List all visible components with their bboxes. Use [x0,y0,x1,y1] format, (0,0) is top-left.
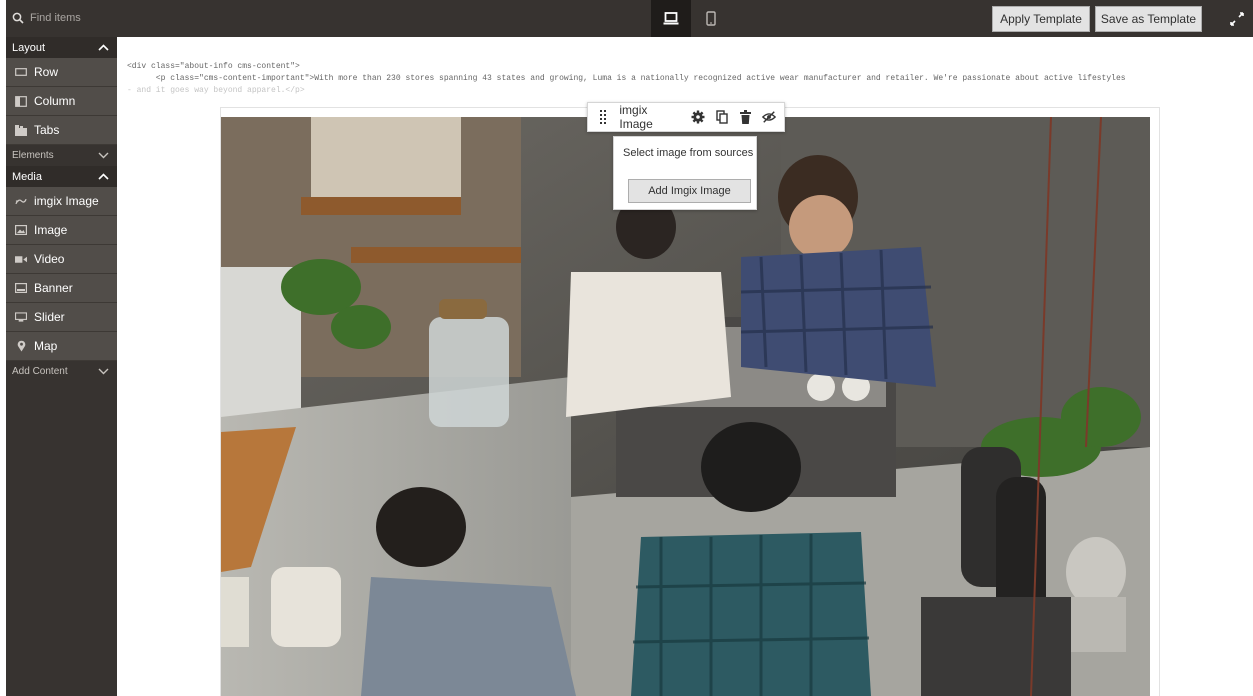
code-line: - and it goes way beyond apparel.</p> [127,86,305,95]
panel-item-label: Slider [34,310,65,324]
save-template-button[interactable]: Save as Template [1095,6,1202,32]
desktop-view-button[interactable] [651,0,691,37]
search-input[interactable]: Find items [30,12,81,24]
panel-item-label: imgix Image [34,194,99,208]
panel-item-slider[interactable]: Slider [6,303,117,332]
column-icon [15,95,27,107]
imgix-icon [15,198,27,204]
code-line: <p class="cms-content-important">With mo… [127,74,1126,83]
phone-icon [706,11,716,26]
section-media-label: Media [12,170,42,183]
laptop-icon [663,11,679,24]
fullscreen-icon[interactable] [1228,10,1246,28]
panel-item-column[interactable]: Column [6,87,117,116]
section-layout-header[interactable]: Layout [6,37,117,58]
panel-item-label: Row [34,65,59,79]
popover-title: Select image from sources [623,147,754,159]
search-box[interactable]: Find items [12,6,81,30]
html-code-block: <div class="about-info cms-content"> <p … [127,61,1247,97]
toolbar-title: imgix Image [619,103,653,131]
slider-icon [15,312,27,322]
apply-template-button[interactable]: Apply Template [992,6,1090,32]
panel-item-image[interactable]: Image [6,216,117,245]
section-media-header[interactable]: Media [6,166,117,187]
search-icon [12,12,24,24]
panel-item-video[interactable]: Video [6,245,117,274]
trash-icon[interactable] [739,110,752,124]
section-elements-header[interactable]: Elements [6,145,117,166]
panel-item-label: Map [34,339,58,353]
panel-item-imgix-image[interactable]: imgix Image [6,187,117,216]
panel-item-label: Banner [34,281,73,295]
panel-item-label: Tabs [34,123,60,137]
chevron-down-icon [98,368,109,375]
code-line: <div class="about-info cms-content"> [127,62,300,71]
chevron-up-icon [98,173,109,180]
panel-item-row[interactable]: Row [6,58,117,87]
chevron-up-icon [98,44,109,51]
hide-icon[interactable] [762,110,777,124]
panel-item-label: Image [34,223,68,237]
section-elements-label: Elements [12,150,54,161]
banner-icon [15,283,27,293]
gear-icon[interactable] [691,110,705,124]
panel-item-banner[interactable]: Banner [6,274,117,303]
map-pin-icon [17,340,25,352]
panel-item-tabs[interactable]: Tabs [6,116,117,145]
mobile-view-button[interactable] [691,0,731,37]
drag-handle-icon[interactable] [596,110,609,124]
top-toolbar: Find items Apply Template Save as Templa… [6,0,1253,37]
row-icon [15,68,27,76]
chevron-down-icon [98,152,109,159]
panel-item-label: Video [34,252,65,266]
image-source-popover: Select image from sources Add Imgix Imag… [613,136,757,210]
device-switcher [651,0,731,37]
imgix-image-toolbar: imgix Image [587,102,785,132]
tabs-icon [15,124,27,136]
duplicate-icon[interactable] [715,110,728,124]
panel-item-map[interactable]: Map [6,332,117,361]
section-add-content-header[interactable]: Add Content [6,361,117,382]
content-panel: Layout Row Column Tabs Elements Media im… [6,37,117,696]
panel-item-label: Column [34,94,76,108]
image-icon [15,225,27,235]
video-icon [15,255,27,263]
section-layout-label: Layout [12,41,46,54]
add-imgix-image-button[interactable]: Add Imgix Image [628,179,751,203]
section-add-content-label: Add Content [12,366,68,377]
